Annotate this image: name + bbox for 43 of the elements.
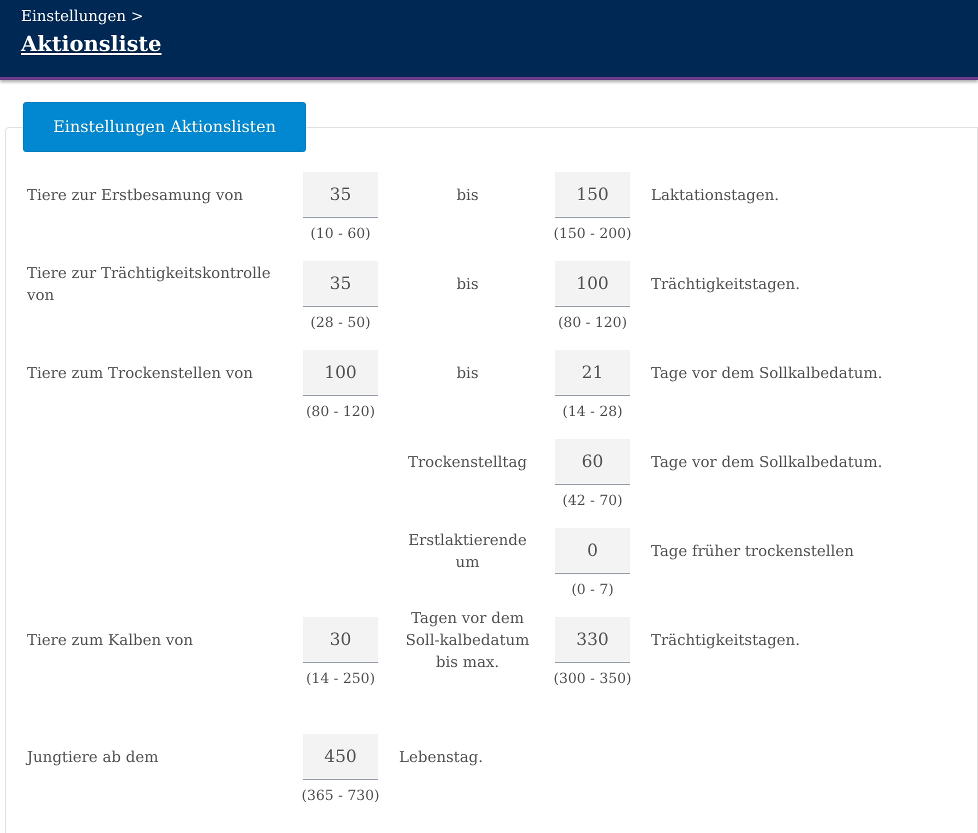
connector-label: bis [455, 185, 480, 206]
connector-label: bis [455, 274, 480, 295]
unit-label: Tage vor dem Sollkalbedatum. [651, 362, 882, 384]
number-field[interactable]: 0 [555, 528, 630, 574]
row-label: Jungtiere ab dem [27, 747, 160, 768]
unit-label: Trächtigkeitstagen. [651, 274, 800, 295]
unit-label: Trächtigkeitstagen. [651, 630, 800, 651]
range-hint: (80 - 120) [306, 403, 376, 422]
connector-label: Trockenstelltag [406, 452, 528, 473]
range-hint: (365 - 730) [302, 787, 380, 806]
range-hint: (14 - 250) [306, 670, 376, 689]
connector-label: Tagen vor dem Soll-kalbedatum bis max. [404, 608, 530, 673]
connector-label: bis [455, 363, 480, 384]
page-title: Aktionsliste [21, 30, 162, 58]
unit-label: Laktationstagen. [651, 184, 780, 206]
range-hint: (150 - 200) [554, 225, 632, 244]
number-field[interactable]: 330 [555, 617, 630, 663]
unit-label: Tage vor dem Sollkalbedatum. [651, 452, 882, 473]
number-field[interactable]: 30 [303, 617, 378, 663]
range-hint: (28 - 50) [310, 314, 371, 333]
range-hint: (300 - 350) [554, 670, 632, 689]
number-field[interactable]: 450 [303, 734, 378, 780]
range-hint: (14 - 28) [562, 403, 623, 422]
connector-label: Erstlaktierende um [407, 530, 528, 573]
number-field[interactable]: 100 [303, 350, 378, 396]
row-label: Tiere zur Erstbesamung von [27, 185, 244, 206]
unit-label: Tage früher trockenstellen [651, 540, 854, 562]
number-field[interactable]: 60 [555, 439, 630, 485]
number-field[interactable]: 35 [303, 261, 378, 307]
section-tab[interactable]: Einstellungen Aktionslisten [23, 102, 306, 152]
number-field[interactable]: 100 [555, 261, 630, 307]
range-hint: (0 - 7) [571, 581, 614, 600]
number-field[interactable]: 35 [303, 172, 378, 218]
row-label: Tiere zum Trockenstellen von [27, 363, 254, 384]
row-label: Tiere zur Trächtigkeitskontrolle von [27, 263, 272, 306]
breadcrumb-link[interactable]: Einstellungen > [21, 5, 957, 28]
range-hint: (80 - 120) [558, 314, 628, 333]
row-label: Tiere zum Kalben von [27, 630, 194, 651]
range-hint: (10 - 60) [310, 225, 371, 244]
number-field[interactable]: 150 [555, 172, 630, 218]
number-field[interactable]: 21 [555, 350, 630, 396]
unit-label: Lebenstag. [399, 746, 484, 768]
range-hint: (42 - 70) [562, 492, 623, 511]
